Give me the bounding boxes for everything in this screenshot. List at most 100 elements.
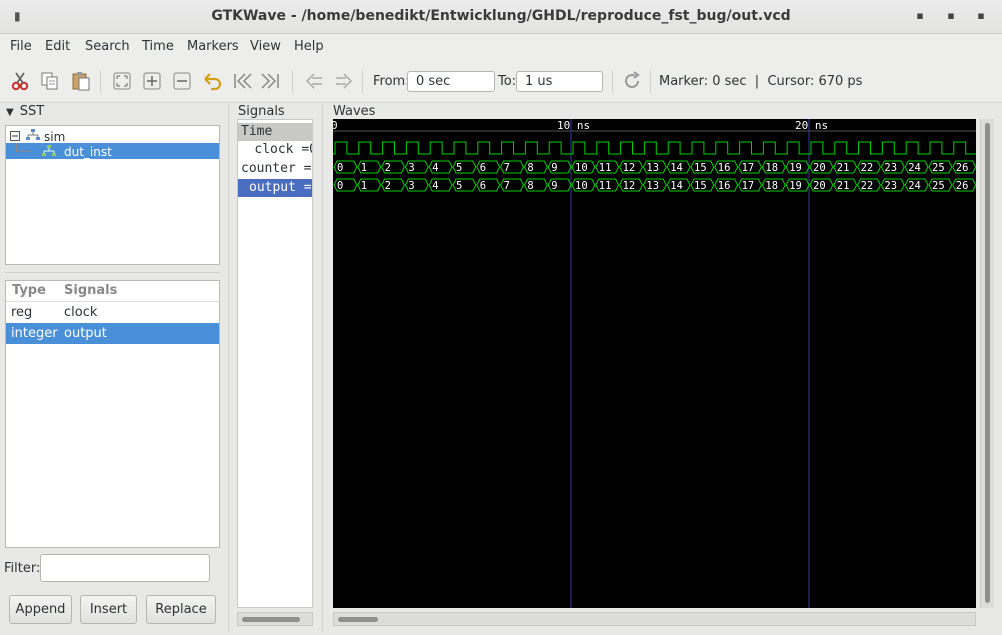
bus-value: 1 (361, 180, 367, 192)
bus-value: 20 (813, 162, 826, 174)
maximize-icon[interactable]: ▪ (944, 9, 958, 23)
undo-icon[interactable] (200, 70, 224, 92)
scroll-thumb[interactable] (338, 617, 378, 622)
bus-value: 8 (527, 180, 533, 192)
menu-bar: File Edit Search Time Markers View Help (0, 34, 1002, 59)
time-header[interactable]: Time (238, 123, 312, 141)
type-column-header[interactable]: Type (12, 283, 46, 298)
menu-search[interactable]: Search (85, 39, 130, 54)
bus-value: 6 (480, 162, 486, 174)
bus-value: 23 (884, 180, 897, 192)
signal-label: output =0 (249, 180, 313, 195)
tree-item-dut-inst[interactable]: dut_inst (6, 143, 219, 159)
signal-row-counter[interactable]: counter =0 (238, 160, 313, 178)
clock-trace (333, 141, 976, 155)
signal-type: reg (11, 305, 33, 320)
bus-value: 16 (718, 162, 731, 174)
signal-label: clock =0 (254, 142, 313, 157)
menu-file[interactable]: File (10, 39, 32, 54)
zoom-start-icon[interactable] (230, 70, 254, 92)
signal-row-output[interactable]: output =0 (238, 179, 313, 197)
signal-type-list[interactable]: Type Signals reg clock integer output (5, 280, 220, 548)
find-next-edge-icon[interactable] (332, 70, 356, 92)
time-label: 10 ns (557, 119, 590, 132)
menu-markers[interactable]: Markers (187, 39, 239, 54)
bus-value: 22 (861, 162, 874, 174)
sst-tree[interactable]: sim dut_inst (5, 125, 220, 265)
list-item[interactable]: reg clock (6, 302, 219, 323)
tree-item-label: dut_inst (64, 145, 112, 159)
bus-value: 14 (670, 162, 683, 174)
menu-help[interactable]: Help (294, 39, 324, 54)
bus-value: 15 (694, 162, 707, 174)
bus-value: 8 (527, 162, 533, 174)
toolbar: From: To: Marker: 0 sec | Cursor: 670 ps (0, 59, 1002, 103)
waves-vscrollbar[interactable] (980, 119, 994, 608)
from-input[interactable] (407, 71, 495, 92)
reload-icon[interactable] (620, 70, 644, 92)
find-previous-edge-icon[interactable] (302, 70, 326, 92)
window-title: GTKWave - /home/benedikt/Entwicklung/GHD… (211, 8, 791, 24)
zoom-out-icon[interactable] (170, 70, 194, 92)
waves-hscrollbar[interactable] (333, 612, 976, 626)
waves-pane-title: Waves (333, 104, 376, 119)
time-label: 20 ns (795, 119, 828, 132)
bus-value: 26 (956, 180, 969, 192)
zoom-fit-icon[interactable] (110, 70, 134, 92)
zoom-end-icon[interactable] (259, 70, 283, 92)
signals-column-header[interactable]: Signals (64, 283, 117, 298)
signals-pane[interactable]: Time clock =0 counter =0 output =0 (237, 119, 313, 608)
bus-value: 23 (884, 162, 897, 174)
minimize-icon[interactable]: ▪ (913, 9, 927, 23)
bus-value: 12 (623, 162, 636, 174)
menu-time[interactable]: Time (142, 39, 174, 54)
bus-value: 19 (789, 180, 802, 192)
bus-value: 4 (432, 162, 438, 174)
waveform-display[interactable]: 0 10 ns 20 ns0 1 2 3 4 5 6 7 8 9 10 11 12 13 14 15 16 17 18 1… (333, 119, 976, 608)
bus-value: 0 (337, 180, 343, 192)
bus-value: 19 (789, 162, 802, 174)
append-button[interactable]: Append (9, 595, 72, 624)
insert-button[interactable]: Insert (80, 595, 137, 624)
copy-icon[interactable] (38, 70, 62, 92)
scroll-thumb[interactable] (242, 617, 300, 622)
bus-value: 10 (575, 180, 588, 192)
paste-icon[interactable] (69, 70, 93, 92)
bus-value: 5 (456, 162, 462, 174)
cut-icon[interactable] (8, 70, 32, 92)
from-label: From: (373, 74, 410, 89)
module-icon (42, 145, 56, 161)
bus-value: 7 (504, 162, 510, 174)
signals-hscrollbar[interactable] (237, 612, 313, 626)
waves-canvas[interactable]: 0 10 ns 20 ns 0 1 2 3 4 5 6 7 8 9 10 11 12 13 14 15 16 17 18 1… (333, 119, 976, 608)
bus-value: 2 (385, 180, 391, 192)
bus-value: 9 (551, 180, 557, 192)
bus-value: 25 (932, 180, 945, 192)
bus-value: 3 (408, 162, 414, 174)
bus-value: 24 (908, 162, 921, 174)
bus-value: 21 (837, 162, 850, 174)
sst-header[interactable]: ▼ SST (6, 104, 44, 119)
bus-value: 21 (837, 180, 850, 192)
tree-item-sim[interactable]: sim (6, 128, 219, 144)
close-icon[interactable]: ▪ (974, 9, 988, 23)
zoom-in-icon[interactable] (140, 70, 164, 92)
signal-type: integer (11, 326, 58, 341)
bus-value: 4 (432, 180, 438, 192)
signal-row-clock[interactable]: clock =0 (238, 141, 313, 159)
replace-button[interactable]: Replace (146, 595, 216, 624)
to-input[interactable] (516, 71, 603, 92)
signal-name: clock (64, 305, 98, 320)
bus-value: 0 (337, 162, 343, 174)
scroll-thumb[interactable] (985, 123, 990, 603)
menu-view[interactable]: View (250, 39, 281, 54)
list-item[interactable]: integer output (6, 323, 219, 344)
signal-label: counter =0 (241, 161, 313, 176)
menu-edit[interactable]: Edit (45, 39, 70, 54)
signal-name: output (64, 326, 107, 341)
filter-input[interactable] (40, 554, 210, 582)
bus-value: 14 (670, 180, 683, 192)
signals-pane-title: Signals (238, 104, 285, 119)
bus-value: 18 (765, 162, 778, 174)
expander-down-icon: ▼ (6, 107, 14, 118)
